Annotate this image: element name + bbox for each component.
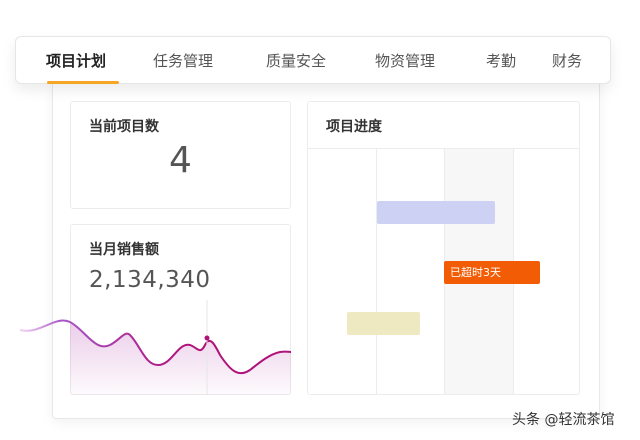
active-tab-indicator (47, 81, 119, 84)
tab-attendance[interactable]: 考勤 (486, 37, 516, 85)
monthly-sales-title: 当月销售额 (89, 242, 159, 258)
monthly-sales-value: 2,134,340 (89, 267, 211, 293)
monthly-sales-card: 当月销售额 2,134,340 (70, 224, 291, 395)
tab-bar: 项目计划 任务管理 质量安全 物资管理 考勤 财务 (15, 36, 611, 84)
gantt-grid-line (376, 149, 377, 394)
gantt-task-bar[interactable] (347, 312, 420, 335)
watermark: 头条 @轻流茶馆 (512, 412, 615, 428)
project-progress-card: 项目进度 已超时3天 (307, 101, 580, 395)
project-count-value: 4 (169, 140, 192, 181)
project-count-title: 当前项目数 (89, 119, 159, 135)
gantt-task-bar[interactable] (377, 201, 495, 224)
tab-task-management[interactable]: 任务管理 (153, 37, 213, 85)
tab-project-plan[interactable]: 项目计划 (46, 37, 106, 85)
project-progress-title: 项目进度 (326, 119, 382, 135)
tab-quality-safety[interactable]: 质量安全 (266, 37, 326, 85)
project-count-card: 当前项目数 4 (70, 101, 291, 209)
tab-finance[interactable]: 财务 (552, 37, 582, 85)
tab-materials[interactable]: 物资管理 (375, 37, 435, 85)
gantt-overdue-bar[interactable]: 已超时3天 (444, 261, 540, 284)
